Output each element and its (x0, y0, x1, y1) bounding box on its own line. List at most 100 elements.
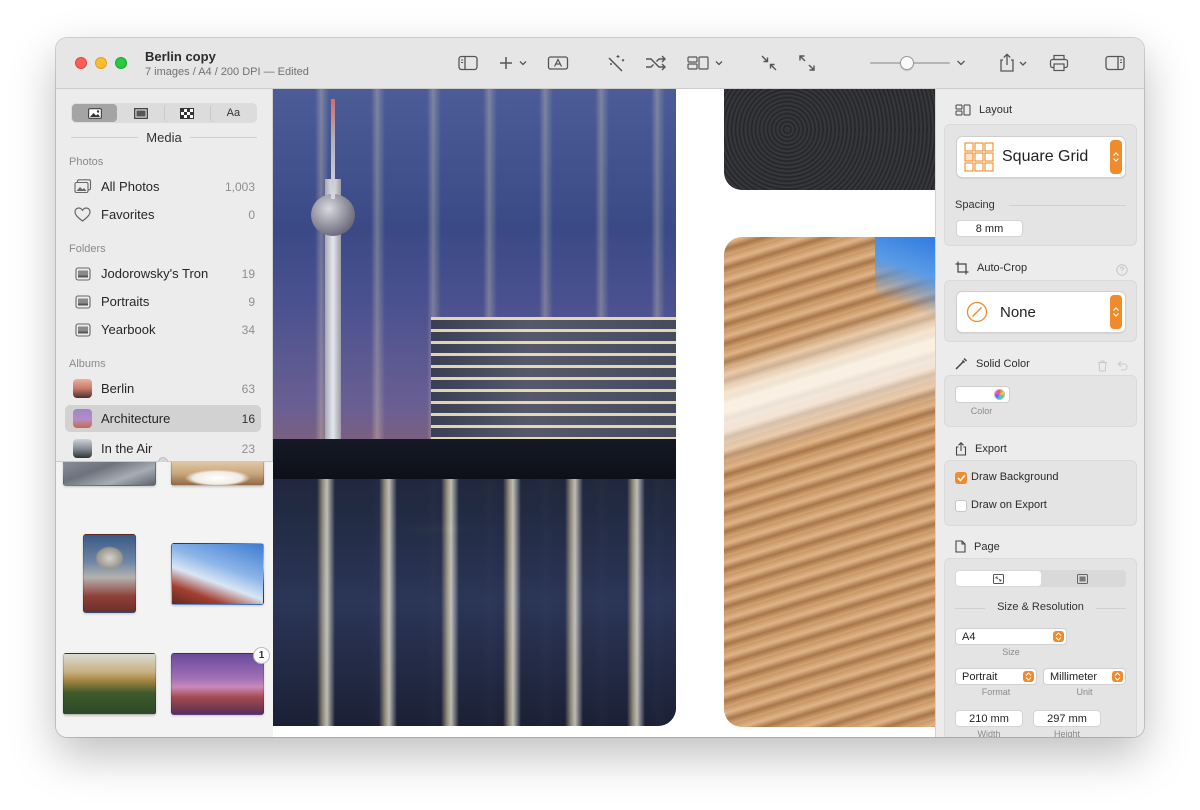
patterns-tab[interactable] (163, 104, 210, 122)
folder-item[interactable]: Yearbook 34 (65, 316, 261, 343)
magic-wand-icon (608, 55, 625, 72)
layout-stepper[interactable] (1110, 140, 1122, 174)
document-title: Berlin copy 7 images / A4 / 200 DPI — Ed… (145, 49, 309, 79)
print-button[interactable] (1048, 51, 1070, 75)
page-unit-popup[interactable]: Millimeter (1043, 668, 1126, 685)
page-canvas (273, 89, 935, 737)
draw-on-export-label[interactable]: Draw on Export (971, 499, 1047, 511)
spacing-field[interactable]: 8 mm (956, 220, 1023, 237)
page-mode-segmented-control (955, 570, 1126, 587)
autocrop-popup[interactable]: None (956, 291, 1126, 333)
draw-background-label[interactable]: Draw Background (971, 471, 1058, 483)
help-icon[interactable] (1116, 264, 1128, 276)
page-format-popup[interactable]: Portrait (955, 668, 1037, 685)
page-format-caption: Format (981, 687, 1011, 697)
draw-background-checkbox[interactable] (955, 472, 967, 484)
text-tab[interactable]: Aa (209, 104, 256, 122)
close-window-button[interactable] (75, 57, 87, 69)
photo-thumbnail[interactable] (63, 462, 156, 486)
canvas-photo-tv-tower[interactable] (273, 89, 676, 726)
albums-section-label: Albums (69, 358, 106, 370)
album-count: 63 (241, 381, 255, 396)
app-window: Berlin copy 7 images / A4 / 200 DPI — Ed… (56, 38, 1144, 737)
page-width-caption: Width (977, 729, 1001, 737)
photo-thumbnail[interactable] (171, 653, 264, 715)
sky-corner (875, 237, 935, 317)
photos-tab[interactable] (72, 104, 118, 122)
share-menu-button[interactable] (998, 51, 1032, 75)
autocrop-value: None (1000, 303, 1036, 321)
title-bar: Berlin copy 7 images / A4 / 200 DPI — Ed… (56, 38, 1144, 89)
inspector-panel: Layout Square Grid Spacing 8 mm Auto-Cro… (935, 89, 1144, 737)
photo-thumbnail[interactable] (83, 534, 136, 613)
auto-enhance-button[interactable] (604, 51, 628, 75)
album-thumbnail (73, 379, 92, 398)
skyline-shadow (273, 439, 676, 479)
layout-icon (955, 104, 971, 116)
page-mode-fill[interactable] (1041, 571, 1126, 586)
folder-label: Yearbook (101, 322, 156, 337)
layout-icon (687, 56, 723, 70)
zoom-menu-button[interactable] (954, 51, 968, 75)
up-down-chevron-icon (1113, 307, 1119, 317)
autocrop-stepper[interactable] (1110, 295, 1122, 329)
folder-label: Portraits (101, 294, 150, 309)
page-section-header: Page (955, 540, 1000, 553)
checker-icon (180, 107, 195, 119)
photo-thumbnail[interactable] (63, 653, 156, 715)
popup-arrow-icon (1053, 631, 1064, 642)
shuffle-button[interactable] (644, 51, 668, 75)
folder-item[interactable]: Portraits 9 (65, 288, 261, 315)
album-item-berlin[interactable]: Berlin 63 (65, 375, 261, 402)
album-label: Architecture (101, 411, 171, 426)
shrink-button[interactable] (758, 51, 780, 75)
zoom-window-button[interactable] (115, 57, 127, 69)
page-mode-fit[interactable] (956, 571, 1041, 586)
crop-icon (955, 261, 969, 275)
source-favorites[interactable]: Favorites 0 (65, 201, 261, 228)
size-resolution-label: Size & Resolution (997, 601, 1084, 613)
media-sidebar: Aa Media Photos All Photos 1,003 Favorit… (56, 89, 273, 737)
spacing-label: Spacing (955, 199, 995, 211)
layout-popup[interactable]: Square Grid (956, 136, 1126, 178)
source-label: Favorites (101, 207, 155, 222)
media-header-label: Media (146, 129, 182, 145)
add-menu-button[interactable] (498, 51, 530, 75)
source-all-photos[interactable]: All Photos 1,003 (65, 173, 261, 200)
source-count: 0 (248, 207, 255, 222)
canvas-photo-texture[interactable] (724, 89, 935, 190)
canvas-photo-train[interactable] (724, 237, 935, 727)
inspector-toggle-button[interactable] (1104, 51, 1126, 75)
page-width-field[interactable]: 210 mm (955, 710, 1023, 727)
media-type-segmented-control: Aa (71, 103, 257, 123)
album-count: 16 (241, 411, 255, 426)
page-section-title: Page (974, 540, 1000, 553)
export-section-title: Export (975, 443, 1007, 455)
album-thumbnail (73, 439, 92, 458)
folder-item[interactable]: Jodorowsky's Tron 19 (65, 260, 261, 287)
frames-tab[interactable] (117, 104, 163, 122)
layout-section-title: Layout (979, 104, 1013, 116)
sidebar-toggle-button[interactable] (457, 51, 479, 75)
shrink-icon (761, 55, 777, 71)
solid-color-section-header: Solid Color (955, 357, 1030, 370)
draw-on-export-checkbox[interactable] (955, 500, 967, 512)
zoom-slider-knob[interactable] (900, 56, 914, 70)
page-size-popup[interactable]: A4 (955, 628, 1067, 645)
text-box-button[interactable] (546, 51, 570, 75)
page-height-caption: Height (1053, 729, 1080, 737)
color-well[interactable] (955, 386, 1010, 403)
photo-thumbnail[interactable] (171, 543, 264, 605)
page-unit-caption: Unit (1076, 687, 1093, 697)
album-item-architecture[interactable]: Architecture 16 (65, 405, 261, 432)
expand-button[interactable] (796, 51, 818, 75)
photo-thumbnail[interactable] (171, 462, 264, 486)
trash-icon[interactable] (1097, 360, 1108, 372)
folder-photo-icon (73, 293, 92, 311)
layout-menu-button[interactable] (686, 51, 726, 75)
page-height-field[interactable]: 297 mm (1033, 710, 1101, 727)
minimize-window-button[interactable] (95, 57, 107, 69)
undo-icon[interactable] (1116, 360, 1128, 372)
sidebar-toggle-icon (458, 55, 478, 71)
expand-icon (799, 55, 815, 71)
